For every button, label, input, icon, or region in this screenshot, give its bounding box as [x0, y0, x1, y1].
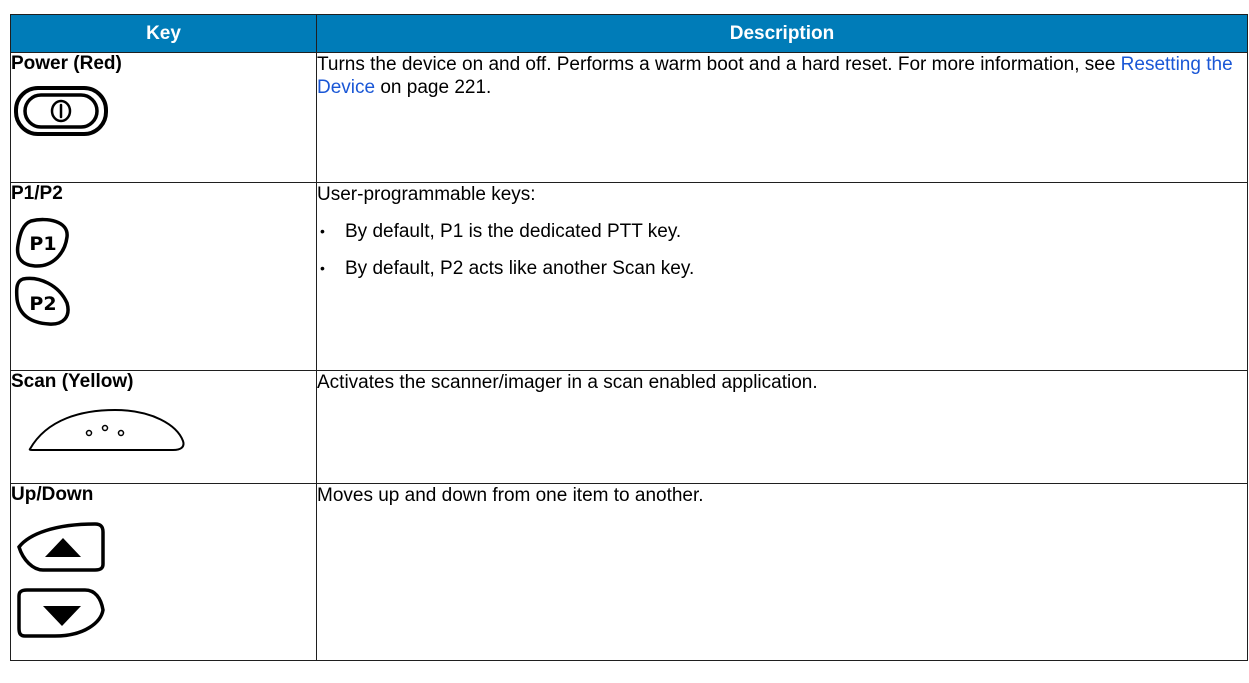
key-cell: P1/P2 P1 P2: [10, 182, 317, 371]
scan-key-icon: [28, 408, 185, 451]
description-text-after: on page 221.: [375, 77, 492, 98]
bullet-list: By default, P1 is the dedicated PTT key.…: [317, 220, 1247, 280]
down-key-icon: [17, 588, 105, 638]
table-row: Scan (Yellow) Activates the scanner/imag…: [10, 370, 1248, 484]
p1-key-icon: P1: [15, 217, 69, 268]
header-key: Key: [10, 14, 317, 53]
up-key-icon: [17, 522, 105, 572]
p1-key-label: P1: [29, 233, 56, 255]
description-cell: Turns the device on and off. Performs a …: [316, 52, 1248, 183]
key-name: Up/Down: [11, 484, 94, 505]
key-name: Scan (Yellow): [11, 371, 134, 392]
key-cell: Power (Red): [10, 52, 317, 183]
p2-key-icon: P2: [14, 276, 70, 326]
description-text: Turns the device on and off. Performs a …: [317, 53, 1247, 99]
description-text: Moves up and down from one item to anoth…: [317, 485, 704, 506]
power-key-icon: [14, 86, 108, 136]
bullet-item: By default, P2 acts like another Scan ke…: [317, 257, 1247, 280]
p2-key-label: P2: [29, 293, 56, 315]
table-header-row: Key Description: [10, 14, 1248, 53]
description-cell: Moves up and down from one item to anoth…: [316, 483, 1248, 661]
key-description-table: Key Description Power (Red) Turns the de…: [10, 14, 1248, 661]
bullet-item: By default, P1 is the dedicated PTT key.: [317, 220, 1247, 243]
key-name: Power (Red): [11, 53, 122, 74]
key-name: P1/P2: [11, 183, 63, 204]
description-text: User-programmable keys:: [317, 184, 536, 205]
key-cell: Up/Down: [10, 483, 317, 661]
table-row: Up/Down Moves up and down from one item …: [10, 483, 1248, 661]
key-cell: Scan (Yellow): [10, 370, 317, 484]
description-text: Activates the scanner/imager in a scan e…: [317, 372, 818, 393]
description-cell: User-programmable keys: By default, P1 i…: [316, 182, 1248, 371]
description-cell: Activates the scanner/imager in a scan e…: [316, 370, 1248, 484]
description-text-before: Turns the device on and off. Performs a …: [317, 54, 1121, 75]
table-row: Power (Red) Turns the device on and off.…: [10, 52, 1248, 183]
table-row: P1/P2 P1 P2 User-programmable keys: By d…: [10, 182, 1248, 371]
header-description: Description: [316, 14, 1248, 53]
